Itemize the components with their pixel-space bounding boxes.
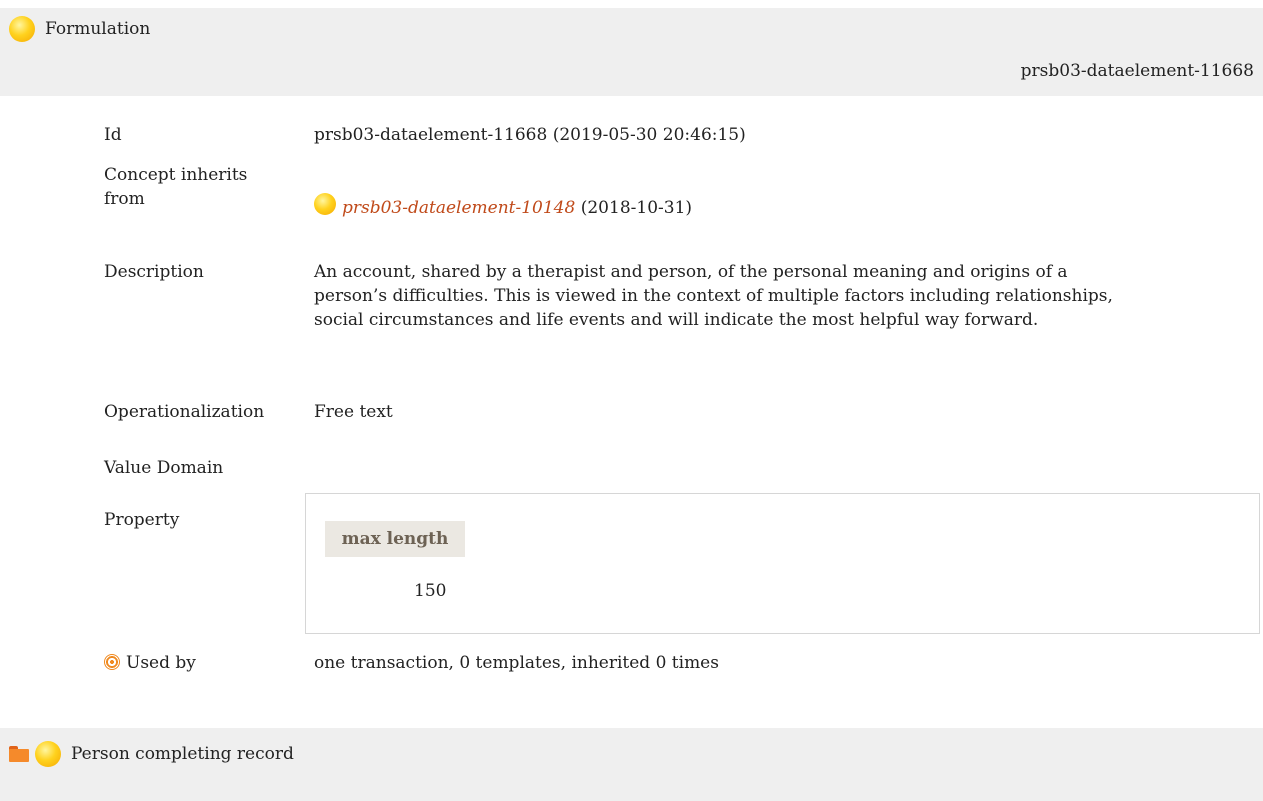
- inherited-concept-bulb-icon: [314, 193, 336, 215]
- inherited-concept-date: (2018-10-31): [580, 198, 693, 218]
- used-by-value: one transaction, 0 templates, inherited …: [314, 653, 719, 673]
- next-concept-title: Person completing record: [71, 744, 294, 764]
- property-label: Property: [104, 510, 180, 530]
- max-length-header: max length: [325, 521, 465, 557]
- concept-title: Formulation: [45, 19, 151, 39]
- inherited-concept-link[interactable]: prsb03-dataelement-10148: [342, 198, 575, 218]
- concept-header: Formulation prsb03-dataelement-11668: [0, 8, 1263, 96]
- description-value: An account, shared by a therapist and pe…: [314, 262, 1113, 330]
- used-by-label-wrap[interactable]: Used by: [104, 651, 304, 675]
- inherits-value: prsb03-dataelement-10148 (2018-10-31): [314, 193, 1144, 220]
- folder-open-icon: [9, 746, 29, 762]
- inherits-label: Concept inherits from: [104, 165, 248, 209]
- next-concept-title-row[interactable]: Person completing record: [9, 741, 294, 767]
- concept-title-row[interactable]: Formulation: [9, 16, 150, 42]
- id-label: Id: [104, 125, 122, 145]
- operationalization-label: Operationalization: [104, 402, 265, 422]
- id-value: prsb03-dataelement-11668 (2019-05-30 20:…: [314, 125, 746, 145]
- target-icon: [104, 654, 120, 670]
- concept-id: prsb03-dataelement-11668: [1020, 61, 1254, 81]
- concept-bulb-icon: [9, 16, 35, 42]
- concept-bulb-icon: [35, 741, 61, 767]
- value-domain-label: Value Domain: [104, 458, 224, 478]
- next-concept-header: Person completing record: [0, 728, 1263, 801]
- operationalization-value: Free text: [314, 402, 393, 422]
- property-table: max length 150: [305, 493, 1260, 634]
- used-by-label: Used by: [126, 653, 196, 673]
- max-length-value: 150: [414, 581, 447, 601]
- description-label: Description: [104, 262, 204, 282]
